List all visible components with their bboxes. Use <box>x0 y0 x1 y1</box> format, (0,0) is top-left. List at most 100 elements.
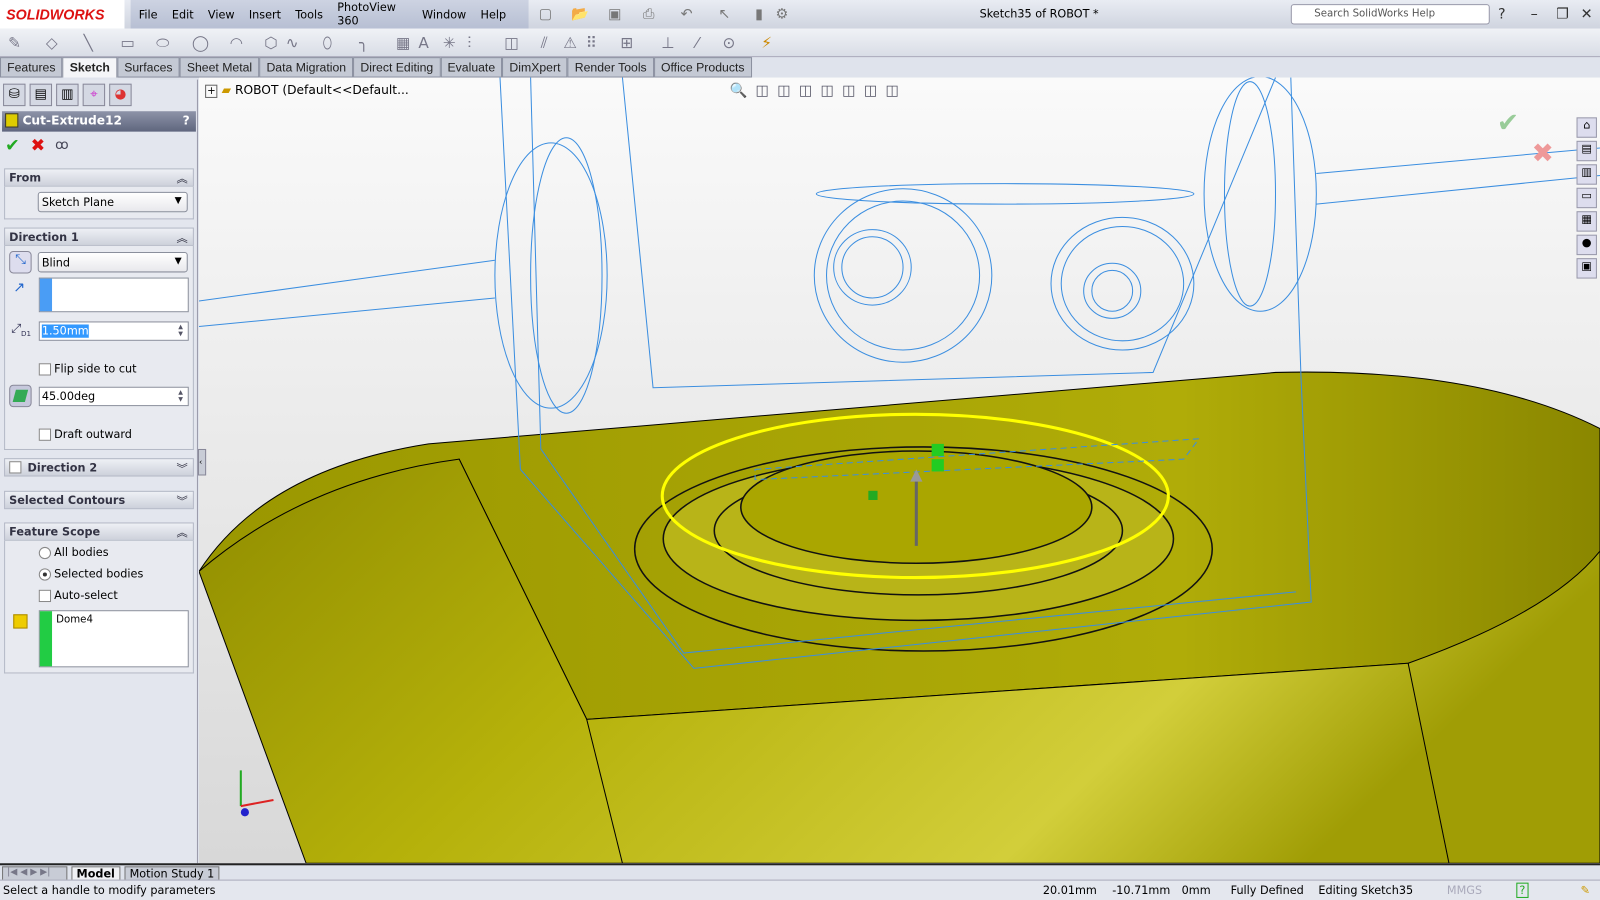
detailed-preview-icon[interactable]: ꝏ <box>55 138 69 153</box>
rectangle-icon[interactable]: ▭ <box>120 34 134 52</box>
custom-properties-icon[interactable]: ▣ <box>1576 258 1597 279</box>
tab-render-tools[interactable]: Render Tools <box>567 57 654 78</box>
draft-angle-input[interactable]: 45.00deg ▲ ▼ <box>38 386 189 407</box>
menu-window[interactable]: Window <box>422 8 466 21</box>
view-orientation-icon[interactable]: ◫◫◫◫◫◫◫ <box>756 83 908 99</box>
units-selector[interactable]: MMGS <box>1447 884 1482 897</box>
circle-icon[interactable]: ◯ <box>192 34 209 52</box>
help-button[interactable]: ? <box>183 113 190 127</box>
tab-office-products[interactable]: Office Products <box>653 57 752 78</box>
repair-icon[interactable]: ⁄ <box>696 34 699 52</box>
save-icon[interactable]: ▣ <box>608 6 622 22</box>
menu-help[interactable]: Help <box>481 8 507 21</box>
bodies-selection-box[interactable]: Dome4 <box>38 610 189 668</box>
collapse-icon[interactable]: ︽ <box>177 524 188 540</box>
ok-button[interactable]: ✔ <box>5 136 20 156</box>
from-select[interactable]: Sketch Plane ▼ <box>37 191 188 213</box>
sketch-icon[interactable]: ✎ <box>8 34 21 52</box>
tab-data-migration[interactable]: Data Migration <box>259 57 354 78</box>
minimize-icon[interactable]: – <box>1531 6 1538 22</box>
direction2-checkbox[interactable] <box>9 461 22 474</box>
configuration-manager-icon[interactable]: ▥ <box>56 83 79 107</box>
close-icon[interactable]: ✕ <box>1581 6 1593 22</box>
menu-insert[interactable]: Insert <box>249 8 281 21</box>
select-icon[interactable]: ↖ <box>718 6 730 22</box>
feature-tree-flyout[interactable]: + ▰ ROBOT (Default<<Default... <box>205 83 409 98</box>
trim-icon[interactable]: ⫶ <box>467 34 471 52</box>
sketch-handle[interactable] <box>868 490 878 500</box>
tab-sheet-metal[interactable]: Sheet Metal <box>179 57 260 78</box>
sketch-handle[interactable] <box>931 443 944 457</box>
relations-icon[interactable]: ⊥ <box>661 34 674 52</box>
smart-dimension-icon[interactable]: ◇ <box>46 34 58 52</box>
section-feature-scope-header[interactable]: Feature Scope ︽ <box>4 522 194 541</box>
point-icon[interactable]: ✳ <box>443 34 456 52</box>
resources-icon[interactable]: ⌂ <box>1576 117 1597 138</box>
feature-manager-icon[interactable]: ⛁ <box>3 83 26 107</box>
ellipse-icon[interactable]: ⬯ <box>322 34 332 52</box>
flip-side-checkbox[interactable] <box>38 363 52 376</box>
menu-tools[interactable]: Tools <box>295 8 323 21</box>
tab-model[interactable]: Model <box>71 866 121 881</box>
polygon-icon[interactable]: ⬡ <box>264 34 277 52</box>
menu-file[interactable]: File <box>139 8 158 21</box>
tab-sketch[interactable]: Sketch <box>62 57 118 78</box>
section-selected-contours-header[interactable]: Selected Contours ︾ <box>4 490 194 510</box>
collapse-icon[interactable]: ︽ <box>177 170 188 186</box>
instant-3d-icon[interactable]: ⚡ <box>761 34 772 52</box>
tab-surfaces[interactable]: Surfaces <box>117 57 180 78</box>
display-manager-icon[interactable]: ◕ <box>109 83 132 107</box>
confirm-corner-cancel-icon[interactable]: ✖ <box>1532 139 1554 170</box>
mirror-icon[interactable]: ⚠ <box>563 34 577 52</box>
line-icon[interactable]: ╲ <box>84 34 93 52</box>
help-status-icon[interactable]: ? <box>1516 882 1529 898</box>
options-icon[interactable]: ⚙ <box>776 6 789 22</box>
help-icon[interactable]: ? <box>1498 6 1506 22</box>
offset-icon[interactable]: ⫽ <box>541 34 548 52</box>
panel-collapse-handle[interactable]: ‹ <box>197 448 207 476</box>
tab-evaluate[interactable]: Evaluate <box>440 57 503 78</box>
property-manager-icon[interactable]: ▤ <box>29 83 53 107</box>
confirm-corner-ok-icon[interactable]: ✔ <box>1497 108 1519 139</box>
depth-spinner[interactable]: ▲ ▼ <box>174 323 186 338</box>
tree-root-label[interactable]: ROBOT (Default<<Default... <box>235 83 409 97</box>
undo-icon[interactable]: ↶ <box>681 6 693 22</box>
rebuild-icon[interactable]: ▮ <box>755 6 763 22</box>
slot-icon[interactable]: ⬭ <box>156 34 169 52</box>
graphics-viewport[interactable]: + ▰ ROBOT (Default<<Default... 🔍◫◫◫◫◫◫◫ … <box>198 77 1600 864</box>
selected-bodies-radio[interactable] <box>38 568 52 581</box>
end-condition-select[interactable]: Blind ▼ <box>37 252 188 273</box>
view-palette-icon[interactable]: ▦ <box>1576 211 1597 232</box>
spline-icon[interactable]: ∿ <box>286 34 299 52</box>
draft-angle-spinner[interactable]: ▲ ▼ <box>174 389 186 404</box>
design-library-icon[interactable]: ▤ <box>1576 140 1597 162</box>
open-icon[interactable]: 📂 <box>571 6 589 22</box>
appearances-icon[interactable]: ● <box>1576 234 1597 256</box>
sketch-handle[interactable] <box>931 459 944 472</box>
pattern-icon[interactable]: ⠿ <box>586 34 597 52</box>
all-bodies-radio[interactable] <box>38 546 52 560</box>
heads-up-view-toolbar[interactable]: 🔍◫◫◫◫◫◫◫ <box>730 83 908 99</box>
direction-vector-selection-box[interactable] <box>38 277 189 313</box>
tab-direct-editing[interactable]: Direct Editing <box>353 57 441 78</box>
fillet-icon[interactable]: ╮ <box>359 34 368 52</box>
section-direction2-header[interactable]: Direction 2 ︾ <box>4 458 194 477</box>
plane-icon[interactable]: ▦ <box>396 34 410 52</box>
draft-outward-checkbox[interactable] <box>38 428 52 441</box>
move-entities-icon[interactable]: ⊞ <box>620 34 633 52</box>
help-search-input[interactable]: Search SolidWorks Help <box>1290 4 1490 25</box>
expand-icon[interactable]: ︾ <box>177 460 188 476</box>
tab-motion-study-1[interactable]: Motion Study 1 <box>124 866 220 881</box>
menu-photoview[interactable]: PhotoView 360 <box>337 1 407 28</box>
draft-toggle-button[interactable] <box>9 384 32 408</box>
text-icon[interactable]: A <box>418 34 428 52</box>
tab-dimxpert[interactable]: DimXpert <box>502 57 568 78</box>
tab-scroll-arrows[interactable]: |◀ ◀ ▶ ▶| <box>2 866 68 881</box>
model-view[interactable] <box>198 77 1600 864</box>
dimxpert-manager-icon[interactable]: ⌖ <box>82 83 106 107</box>
tab-features[interactable]: Features <box>0 57 63 78</box>
file-explorer-icon[interactable]: ▥ <box>1576 164 1597 185</box>
expand-icon[interactable]: ︾ <box>177 493 188 509</box>
menu-view[interactable]: View <box>208 8 235 21</box>
body-list-item[interactable]: Dome4 <box>56 614 93 625</box>
